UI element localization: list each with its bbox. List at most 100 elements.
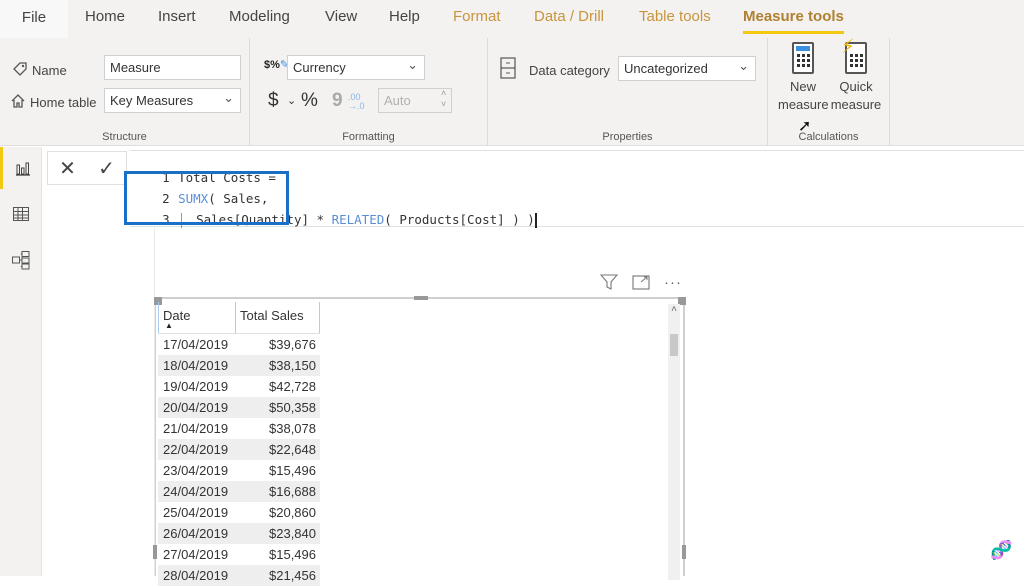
calculations-group: New measure ⚡ Quick measure Calculations bbox=[768, 37, 890, 146]
table-row: 19/04/2019 $42,728 bbox=[158, 376, 320, 397]
date-cell: 19/04/2019 bbox=[163, 379, 229, 394]
cancel-formula-icon[interactable]: ✕ bbox=[59, 156, 76, 181]
new-measure-label-1: New bbox=[789, 79, 816, 94]
table-row: 25/04/2019 $20,860 bbox=[158, 502, 320, 523]
sales-cell: $38,078 bbox=[269, 421, 316, 436]
tab-help[interactable]: Help bbox=[389, 8, 420, 25]
sales-cell: $38,150 bbox=[269, 358, 316, 373]
decimal-spinner-icon[interactable]: ˄ ˅ bbox=[441, 88, 446, 110]
indent-guide bbox=[181, 212, 183, 229]
formula-bar-actions: ✕ ✓ bbox=[47, 151, 127, 185]
resize-handle-top[interactable] bbox=[414, 296, 428, 300]
date-cell: 27/04/2019 bbox=[163, 547, 229, 562]
tab-home[interactable]: Home bbox=[85, 8, 125, 25]
percent-button[interactable]: % bbox=[301, 90, 318, 112]
formatting-group: $%✎ Currency $ ⌄ % 9 .00→.0 Auto ˄˅ Form… bbox=[250, 38, 488, 146]
date-cell: 25/04/2019 bbox=[163, 505, 229, 520]
decrease-decimal-icon[interactable]: .00 →.0 bbox=[348, 93, 365, 111]
sales-cell: $15,496 bbox=[269, 463, 316, 478]
tab-view[interactable]: View bbox=[325, 8, 357, 25]
tab-format[interactable]: Format bbox=[453, 8, 501, 25]
data-view-button[interactable] bbox=[0, 193, 42, 235]
formula-editor[interactable]: 1 Total Costs = 2 SUMX( Sales, 3 Sales[Quan… bbox=[130, 150, 1024, 229]
scrollbar-thumb[interactable] bbox=[670, 334, 678, 356]
structure-group: Name Measure Home table Key Measures Str… bbox=[0, 38, 250, 146]
home-table-label: Home table bbox=[30, 95, 97, 110]
resize-handle-right[interactable] bbox=[682, 545, 686, 559]
column-header-label: Total Sales bbox=[240, 308, 304, 323]
name-label: Name bbox=[32, 63, 67, 78]
tab-data-drill[interactable]: Data / Drill bbox=[534, 8, 604, 25]
table-row: 24/04/2019 $16,688 bbox=[158, 481, 320, 502]
tab-measure-tools[interactable]: Measure tools bbox=[743, 8, 844, 34]
column-header-date[interactable]: Date ▲ bbox=[158, 302, 236, 333]
comma-style-button[interactable]: 9 bbox=[332, 90, 343, 112]
new-measure-label-2: measure bbox=[778, 97, 829, 112]
scroll-up-icon[interactable]: ˄ bbox=[668, 304, 680, 315]
quick-measure-button[interactable]: ⚡ Quick measure bbox=[828, 37, 884, 114]
table-row: 18/04/2019 $38,150 bbox=[158, 355, 320, 376]
sales-cell: $16,688 bbox=[269, 484, 316, 499]
tab-modeling[interactable]: Modeling bbox=[229, 8, 290, 25]
more-options-icon[interactable]: ··· bbox=[664, 274, 682, 294]
table-visual[interactable]: Date ▲ Total Sales 17/04/2019 $39,676 18/… bbox=[153, 296, 686, 586]
sales-cell: $20,860 bbox=[269, 505, 316, 520]
date-cell: 24/04/2019 bbox=[163, 484, 229, 499]
quick-measure-label-1: Quick bbox=[839, 79, 873, 94]
focus-mode-icon[interactable] bbox=[632, 274, 650, 294]
watermark-logo-icon: 🧬 bbox=[990, 540, 1013, 560]
ribbon-tab-bar: File Home Insert Modeling View Help Form… bbox=[0, 0, 1024, 38]
table-row: 21/04/2019 $38,078 bbox=[158, 418, 320, 439]
model-icon bbox=[12, 251, 30, 270]
vertical-scrollbar[interactable]: ˄ bbox=[668, 304, 680, 580]
date-cell: 17/04/2019 bbox=[163, 337, 229, 352]
table-row: 22/04/2019 $22,648 bbox=[158, 439, 320, 460]
sales-cell: $42,728 bbox=[269, 379, 316, 394]
mouse-pointer-icon: ➚ bbox=[798, 118, 812, 135]
sales-cell: $23,840 bbox=[269, 526, 316, 541]
quick-measure-label-2: measure bbox=[830, 97, 882, 112]
calculator-icon bbox=[792, 42, 814, 74]
tab-file[interactable]: File bbox=[0, 0, 68, 38]
sort-ascending-icon: ▲ bbox=[165, 321, 173, 330]
ribbon: Name Measure Home table Key Measures Str… bbox=[0, 37, 1024, 146]
report-view-button[interactable] bbox=[0, 147, 42, 189]
table-grid-icon bbox=[13, 207, 29, 221]
code-line-3: 3 Sales[Quantity] * RELATED( Products[Cos… bbox=[132, 197, 537, 229]
code-text: Sales[Quantity] * bbox=[196, 212, 332, 227]
table-header: Date ▲ Total Sales bbox=[158, 302, 320, 334]
bar-chart-icon bbox=[15, 162, 30, 176]
resize-handle-left[interactable] bbox=[153, 545, 157, 559]
sales-cell: $39,676 bbox=[269, 337, 316, 352]
home-table-select[interactable]: Key Measures bbox=[104, 88, 241, 113]
data-category-icon bbox=[500, 57, 516, 84]
table-body: 17/04/2019 $39,676 18/04/2019 $38,150 19/0… bbox=[158, 334, 320, 586]
format-icon: $%✎ bbox=[264, 59, 290, 71]
column-header-total-sales[interactable]: Total Sales bbox=[236, 302, 320, 333]
home-icon bbox=[10, 93, 26, 112]
data-category-label: Data category bbox=[529, 63, 610, 78]
table-row: 20/04/2019 $50,358 bbox=[158, 397, 320, 418]
filter-icon[interactable] bbox=[599, 274, 619, 294]
model-view-button[interactable] bbox=[0, 239, 42, 281]
currency-button[interactable]: $ bbox=[268, 90, 279, 112]
tab-table-tools[interactable]: Table tools bbox=[639, 8, 711, 25]
function-keyword: RELATED bbox=[331, 212, 385, 227]
currency-dropdown-chevron-icon[interactable]: ⌄ bbox=[287, 94, 296, 107]
tab-insert[interactable]: Insert bbox=[158, 8, 196, 25]
date-cell: 22/04/2019 bbox=[163, 442, 229, 457]
table-row: 17/04/2019 $39,676 bbox=[158, 334, 320, 355]
format-select[interactable]: Currency bbox=[287, 55, 425, 80]
calculations-group-label: Calculations bbox=[798, 131, 859, 143]
tag-icon bbox=[12, 61, 28, 80]
data-category-select[interactable]: Uncategorized bbox=[618, 56, 756, 81]
date-cell: 18/04/2019 bbox=[163, 358, 229, 373]
visual-header: ··· bbox=[599, 274, 682, 294]
commit-formula-icon[interactable]: ✓ bbox=[98, 156, 115, 181]
properties-group-label: Properties bbox=[602, 131, 653, 143]
name-input[interactable]: Measure bbox=[104, 55, 241, 80]
new-measure-button[interactable]: New measure bbox=[778, 42, 829, 114]
date-cell: 23/04/2019 bbox=[163, 463, 229, 478]
sales-cell: $22,648 bbox=[269, 442, 316, 457]
date-cell: 20/04/2019 bbox=[163, 400, 229, 415]
